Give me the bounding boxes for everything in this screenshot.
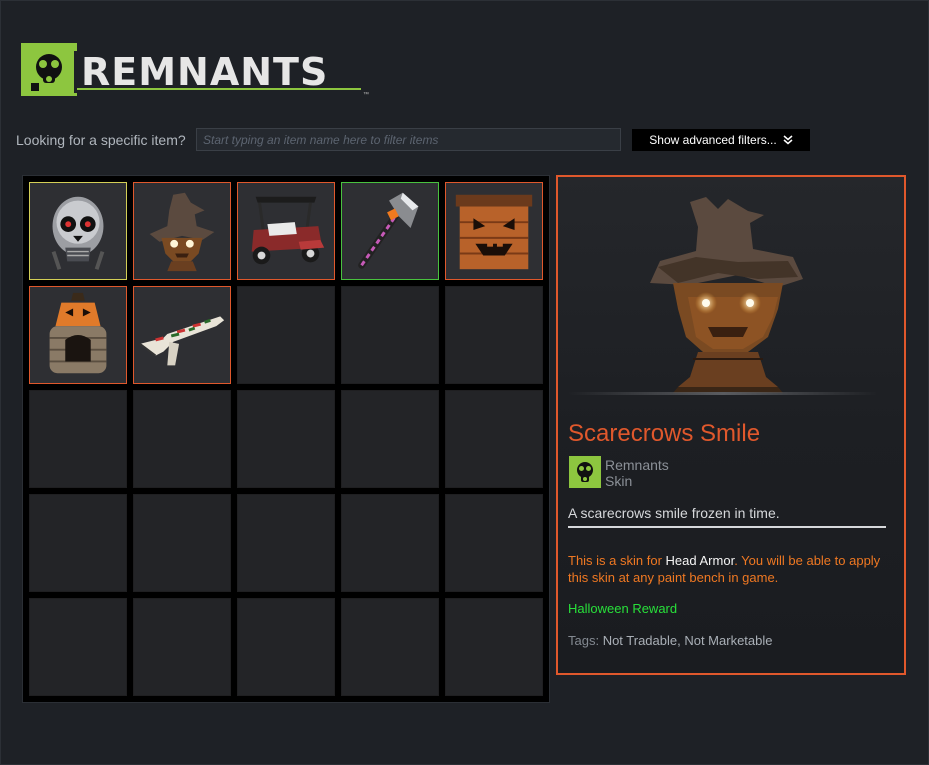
empty-inventory-slot <box>341 598 439 696</box>
empty-inventory-slot <box>133 390 231 488</box>
description-divider <box>568 526 886 528</box>
empty-inventory-slot <box>445 494 543 592</box>
inventory-item-pumpkin-crate[interactable] <box>445 182 543 280</box>
inventory-item-scarecrow-head[interactable] <box>133 182 231 280</box>
logo-text: REMNANTS <box>81 50 328 94</box>
art-divider <box>568 392 878 395</box>
rifle-icon <box>139 316 225 366</box>
skin-note: This is a skin for Head Armor. You will … <box>568 552 888 586</box>
inventory-item-skull-mask[interactable] <box>29 182 127 280</box>
empty-inventory-slot <box>445 598 543 696</box>
filter-label: Looking for a specific item? <box>16 132 186 148</box>
empty-inventory-slot <box>445 390 543 488</box>
empty-inventory-slot <box>237 390 335 488</box>
axe-icon <box>358 192 419 269</box>
empty-inventory-slot <box>133 598 231 696</box>
advanced-filters-label: Show advanced filters... <box>649 133 777 147</box>
skull-mask-icon <box>51 196 105 270</box>
logo-graphic: REMNANTS ™ <box>21 43 373 98</box>
inventory-page: REMNANTS ™ Looking for a specific item? … <box>0 0 929 765</box>
item-filter-input[interactable] <box>196 128 621 151</box>
empty-inventory-slot <box>29 390 127 488</box>
empty-inventory-slot <box>445 286 543 384</box>
empty-inventory-slot <box>341 494 439 592</box>
empty-inventory-slot <box>341 286 439 384</box>
advanced-filters-button[interactable]: Show advanced filters... <box>632 129 810 151</box>
scarecrow-head-icon <box>149 192 215 272</box>
inventory-item-golf-cart[interactable] <box>237 182 335 280</box>
item-name: Scarecrows Smile <box>568 420 761 447</box>
empty-inventory-slot <box>29 494 127 592</box>
tags-value: Not Tradable, Not Marketable <box>602 633 773 648</box>
double-chevron-down-icon <box>783 135 793 145</box>
skin-note-prefix: This is a skin for <box>568 553 666 568</box>
game-name: Remnants <box>605 457 669 473</box>
trademark-mark: ™ <box>363 91 369 98</box>
empty-inventory-slot <box>237 598 335 696</box>
empty-inventory-slot <box>237 286 335 384</box>
item-tags: Tags: Not Tradable, Not Marketable <box>568 633 773 648</box>
remnants-logo[interactable]: REMNANTS ™ <box>21 41 373 98</box>
pumpkin-furnace-icon <box>49 292 107 374</box>
item-type: Skin <box>605 473 633 489</box>
golf-cart-icon <box>251 196 325 265</box>
scarecrow-head-large-icon <box>650 197 803 393</box>
empty-inventory-slot <box>133 494 231 592</box>
reward-label: Halloween Reward <box>568 601 678 616</box>
empty-inventory-slot <box>29 598 127 696</box>
tags-label: Tags: <box>568 633 603 648</box>
pumpkin-crate-icon <box>455 194 533 270</box>
inventory-grid <box>22 175 550 703</box>
remnants-game-icon[interactable] <box>569 456 601 488</box>
skin-target-item: Head Armor <box>665 553 735 568</box>
inventory-item-pumpkin-furnace[interactable] <box>29 286 127 384</box>
item-detail-panel: Scarecrows Smile Remnants Skin A scarecr… <box>556 175 906 675</box>
inventory-item-axe[interactable] <box>341 182 439 280</box>
item-description: A scarecrows smile frozen in time. <box>568 505 780 521</box>
empty-inventory-slot <box>237 494 335 592</box>
empty-inventory-slot <box>341 390 439 488</box>
inventory-item-rifle[interactable] <box>133 286 231 384</box>
